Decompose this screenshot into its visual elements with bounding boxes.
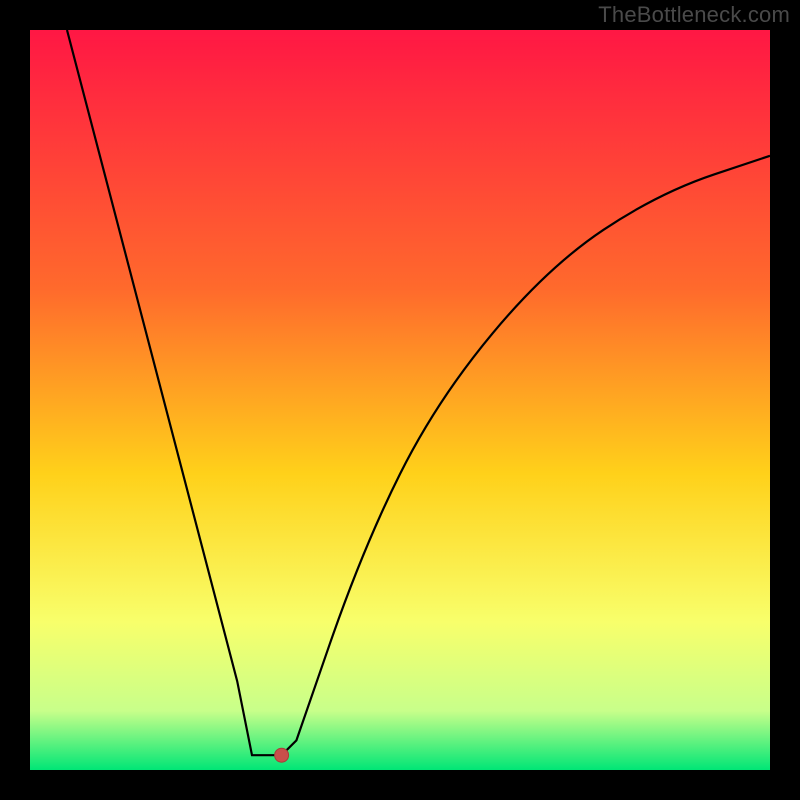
chart-frame: TheBottleneck.com <box>0 0 800 800</box>
optimal-point-marker <box>275 748 289 762</box>
gradient-background <box>30 30 770 770</box>
watermark-text: TheBottleneck.com <box>598 2 790 28</box>
bottleneck-chart <box>0 0 800 800</box>
